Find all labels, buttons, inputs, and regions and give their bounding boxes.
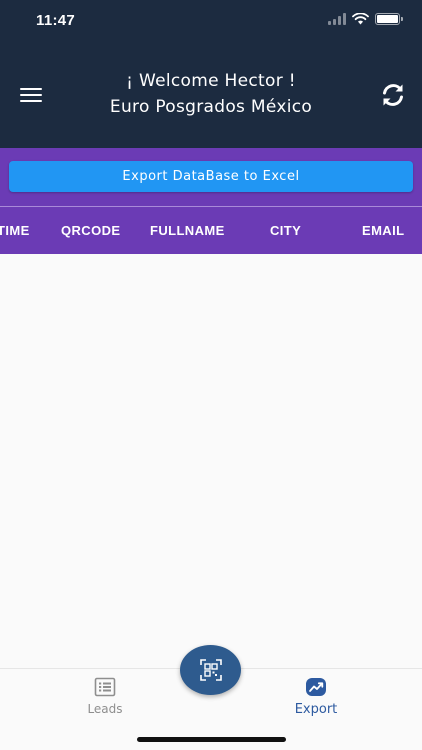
tab-leads[interactable]: Leads [50, 677, 160, 716]
qr-scan-icon [199, 659, 222, 681]
column-header-qrcode[interactable]: QRCODE [61, 223, 120, 238]
cellular-signal-icon [328, 13, 346, 25]
status-time: 11:47 [36, 12, 76, 29]
scan-qr-button[interactable] [180, 645, 241, 695]
table-header: TIME QRCODE FULLNAME CITY EMAIL [0, 206, 422, 254]
export-toolbar: Export DataBase to Excel [0, 148, 422, 206]
status-bar: 11:47 [0, 0, 422, 44]
leads-table-body[interactable] [0, 254, 422, 668]
column-header-fullname[interactable]: FULLNAME [150, 223, 225, 238]
app-header: 11:47 ¡ Welcome Hector ! Euro Posgrados … [0, 0, 422, 148]
battery-icon [375, 13, 403, 25]
column-header-email[interactable]: EMAIL [362, 223, 404, 238]
hamburger-menu-icon[interactable] [20, 88, 42, 102]
list-icon [94, 677, 116, 697]
column-header-time[interactable]: TIME [0, 223, 30, 238]
tab-export[interactable]: Export [261, 677, 371, 717]
tab-export-label: Export [294, 702, 338, 717]
status-icons [328, 13, 403, 25]
wifi-icon [352, 13, 369, 25]
sync-icon[interactable] [378, 80, 408, 110]
chart-trend-icon [306, 678, 326, 696]
tab-leads-label: Leads [87, 702, 123, 716]
home-indicator [137, 737, 286, 742]
welcome-text: ¡ Welcome Hector ! [126, 71, 296, 91]
export-database-button[interactable]: Export DataBase to Excel [9, 161, 413, 192]
organization-name: Euro Posgrados México [109, 97, 313, 117]
column-header-city[interactable]: CITY [270, 223, 301, 238]
page-title: ¡ Welcome Hector ! Euro Posgrados México [60, 68, 362, 120]
